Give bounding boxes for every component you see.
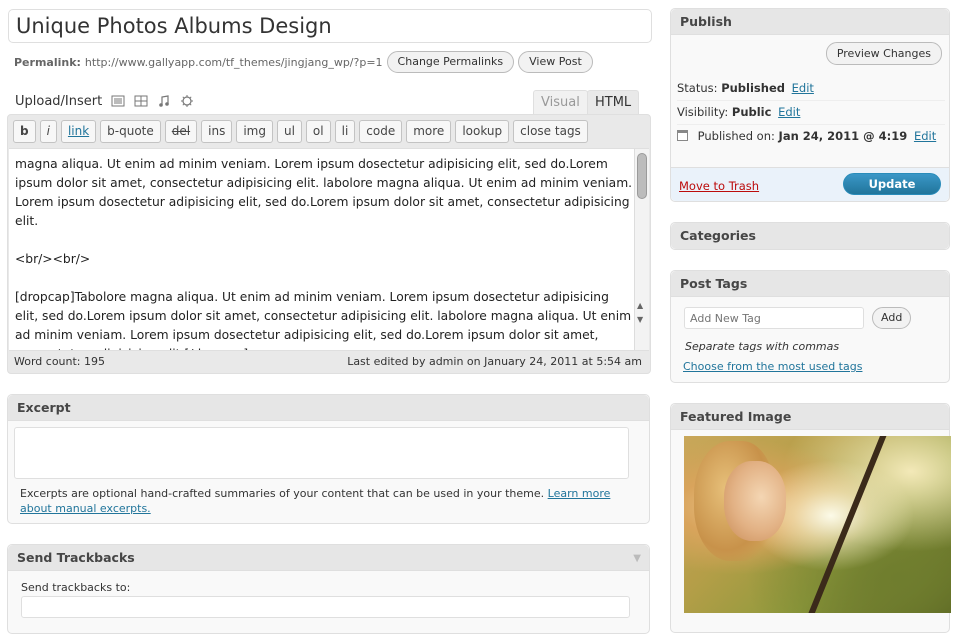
excerpt-title[interactable]: Excerpt	[8, 395, 649, 421]
word-count: Word count: 195	[14, 355, 106, 368]
post-content-text: magna aliqua. Ut enim ad minim veniam. L…	[15, 157, 633, 350]
permalink-label: Permalink:	[14, 55, 81, 69]
visibility-row: Visibility: Public Edit	[677, 105, 945, 125]
editor-status-bar: Word count: 195 Last edited by admin on …	[14, 355, 642, 371]
trackbacks-input[interactable]	[21, 596, 630, 618]
upload-insert-row: Upload/Insert	[15, 91, 194, 111]
audio-icon[interactable]	[157, 94, 171, 108]
visibility-value: Public	[731, 105, 772, 119]
trackbacks-box: Send Trackbacks ▼ Send trackbacks to:	[7, 544, 650, 634]
quicktags-toolbar: b i link b-quote del ins img ul ol li co…	[13, 120, 645, 146]
update-button[interactable]: Update	[843, 173, 941, 195]
edit-date-link[interactable]: Edit	[914, 129, 936, 143]
trackbacks-label: Send trackbacks to:	[21, 581, 131, 594]
publish-box: Publish Preview Changes Status: Publishe…	[670, 8, 950, 202]
photo-branch	[805, 436, 890, 613]
featured-image-box: Featured Image	[670, 403, 951, 633]
categories-box: Categories	[670, 222, 950, 250]
quicktag-del-button[interactable]: del	[164, 120, 198, 143]
quicktag-li-button[interactable]: li	[334, 120, 356, 143]
edit-status-link[interactable]: Edit	[792, 81, 814, 95]
last-edited: Last edited by admin on January 24, 2011…	[347, 355, 642, 368]
move-to-trash-link[interactable]: Move to Trash	[679, 179, 759, 193]
permalink-row: Permalink: http://www.gallyapp.com/tf_th…	[14, 51, 593, 73]
quicktag-ol-button[interactable]: ol	[305, 120, 331, 143]
tab-visual[interactable]: Visual	[533, 90, 588, 115]
status-row: Status: Published Edit	[677, 81, 945, 101]
quicktag-ul-button[interactable]: ul	[276, 120, 302, 143]
permalink-url[interactable]: http://www.gallyapp.com/tf_themes/jingja…	[85, 56, 383, 69]
post-title-input[interactable]: Unique Photos Albums Design	[8, 9, 652, 43]
calendar-icon	[677, 130, 688, 141]
new-tag-input[interactable]	[684, 307, 864, 329]
upload-insert-label: Upload/Insert	[15, 93, 103, 109]
post-tags-title[interactable]: Post Tags	[671, 271, 949, 297]
trackbacks-title[interactable]: Send Trackbacks	[8, 545, 649, 571]
collapse-toggle-icon[interactable]: ▼	[633, 553, 641, 564]
quicktag-link-button[interactable]: link	[60, 120, 97, 143]
published-label: Published on:	[697, 129, 775, 143]
post-content-textarea[interactable]: magna aliqua. Ut enim ad minim veniam. L…	[9, 148, 649, 351]
post-tags-box: Post Tags Add Separate tags with commas …	[670, 270, 950, 383]
quicktag-code-button[interactable]: code	[359, 120, 403, 143]
quicktag-img-button[interactable]: img	[236, 120, 273, 143]
excerpt-help: Excerpts are optional hand-crafted summa…	[20, 486, 635, 516]
quicktag-italic-button[interactable]: i	[39, 120, 57, 143]
quicktag-lookup-button[interactable]: lookup	[455, 120, 510, 143]
photo-face	[724, 461, 786, 541]
status-value: Published	[721, 81, 785, 95]
excerpt-help-text: Excerpts are optional hand-crafted summa…	[20, 487, 545, 500]
quicktag-blockquote-button[interactable]: b-quote	[100, 120, 161, 143]
tab-html[interactable]: HTML	[587, 90, 640, 115]
scroll-up-icon[interactable]: ▲	[637, 301, 643, 310]
scroll-down-icon[interactable]: ▼	[637, 315, 643, 324]
published-on-row: Published on: Jan 24, 2011 @ 4:19 Edit	[677, 129, 945, 148]
quicktag-more-button[interactable]: more	[406, 120, 452, 143]
preview-changes-button[interactable]: Preview Changes	[825, 42, 942, 65]
edit-visibility-link[interactable]: Edit	[778, 105, 800, 119]
tags-separator-hint: Separate tags with commas	[685, 340, 840, 353]
featured-image-thumbnail[interactable]	[684, 436, 951, 613]
quicktag-bold-button[interactable]: b	[13, 120, 36, 143]
published-value: Jan 24, 2011 @ 4:19	[778, 129, 908, 143]
excerpt-textarea[interactable]	[14, 427, 629, 479]
html-editor: b i link b-quote del ins img ul ol li co…	[7, 114, 651, 374]
change-permalinks-button[interactable]: Change Permalinks	[386, 51, 515, 73]
excerpt-box: Excerpt Excerpts are optional hand-craft…	[7, 394, 650, 524]
video-icon[interactable]	[134, 94, 148, 108]
image-icon[interactable]	[111, 94, 125, 108]
view-post-button[interactable]: View Post	[518, 51, 593, 73]
publish-actions: Move to Trash Update	[671, 167, 949, 201]
quicktag-close-tags-button[interactable]: close tags	[513, 120, 588, 143]
visibility-label: Visibility:	[677, 105, 729, 119]
content-scrollbar[interactable]: ▲ ▼	[634, 149, 649, 350]
media-icon[interactable]	[180, 94, 194, 108]
most-used-tags-link[interactable]: Choose from the most used tags	[683, 360, 862, 373]
quicktag-ins-button[interactable]: ins	[201, 120, 233, 143]
scrollbar-thumb[interactable]	[637, 153, 647, 199]
categories-title[interactable]: Categories	[671, 223, 949, 249]
status-label: Status:	[677, 81, 718, 95]
featured-image-title[interactable]: Featured Image	[671, 404, 949, 430]
add-tag-button[interactable]: Add	[872, 307, 912, 329]
publish-title[interactable]: Publish	[671, 9, 949, 35]
